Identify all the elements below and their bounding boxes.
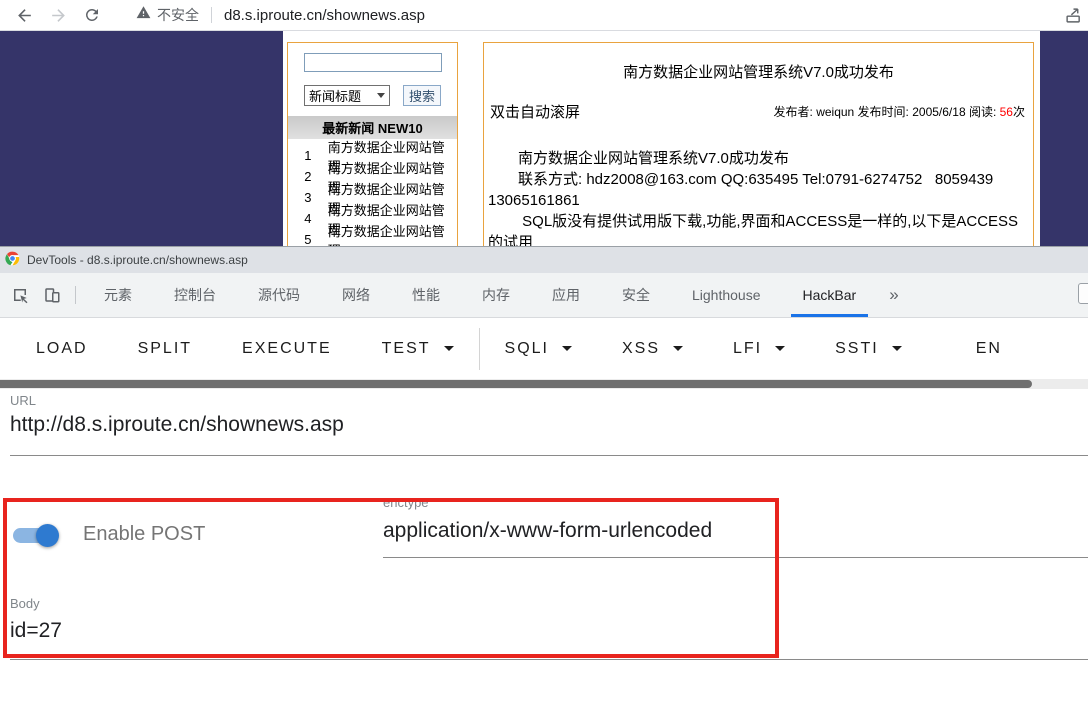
more-tabs-icon[interactable]: » bbox=[877, 285, 910, 305]
news-category-select-value: 新闻标题 bbox=[309, 86, 361, 105]
devtools-tabbar: 元素 控制台 源代码 网络 性能 内存 应用 安全 Lighthouse Hac… bbox=[0, 273, 1088, 318]
news-sidebar: 新闻标题 搜索 最新新闻 NEW10 1 南方数据企业网站管理 2 南方数据企业… bbox=[287, 42, 458, 246]
news-category-select[interactable]: 新闻标题 bbox=[304, 85, 390, 106]
menu-execute[interactable]: EXECUTE bbox=[217, 329, 357, 369]
dropdown-caret-icon bbox=[892, 346, 902, 351]
devtools-titlebar: DevTools - d8.s.iproute.cn/shownews.asp bbox=[0, 247, 1088, 273]
chrome-logo-icon bbox=[5, 251, 20, 269]
tab-performance[interactable]: 性能 bbox=[391, 273, 461, 317]
horizontal-scrollbar[interactable] bbox=[0, 379, 1088, 389]
tab-application[interactable]: 应用 bbox=[531, 273, 601, 317]
menu-split[interactable]: SPLIT bbox=[113, 329, 217, 369]
tab-lighthouse[interactable]: Lighthouse bbox=[671, 273, 782, 317]
inspect-element-icon[interactable] bbox=[4, 279, 36, 311]
page-right-background bbox=[1040, 31, 1088, 246]
news-item-number: 4 bbox=[288, 211, 328, 226]
menu-xss[interactable]: XSS bbox=[597, 329, 708, 369]
menu-lfi-label: LFI bbox=[733, 340, 762, 358]
menu-xss-label: XSS bbox=[622, 340, 660, 358]
news-search-controls: 新闻标题 搜索 bbox=[288, 85, 457, 106]
menu-lfi[interactable]: LFI bbox=[708, 329, 810, 369]
news-item-title[interactable]: 南方数据企业网站管理 bbox=[328, 221, 457, 247]
reload-icon[interactable] bbox=[80, 3, 104, 27]
tab-security[interactable]: 安全 bbox=[601, 273, 671, 317]
toggle-thumb[interactable] bbox=[36, 524, 59, 547]
news-list: 1 南方数据企业网站管理 2 南方数据企业网站管理 3 南方数据企业网站管理 4… bbox=[288, 145, 457, 246]
menu-sqli-label: SQLI bbox=[505, 340, 549, 358]
tab-memory[interactable]: 内存 bbox=[461, 273, 531, 317]
enctype-field-value[interactable]: application/x-www-form-urlencoded bbox=[383, 519, 712, 543]
chevron-down-icon bbox=[377, 93, 385, 98]
back-icon[interactable] bbox=[12, 3, 36, 27]
enctype-field-underline bbox=[383, 557, 1088, 558]
article-meta-prefix: 发布者: weiqun 发布时间: 2005/6/18 阅读: bbox=[774, 105, 1000, 119]
article-panel: 南方数据企业网站管理系统V7.0成功发布 双击自动滚屏 发布者: weiqun … bbox=[483, 42, 1034, 246]
browser-toolbar: 不安全 d8.s.iproute.cn/shownews.asp bbox=[0, 0, 1088, 31]
menu-test[interactable]: TEST bbox=[357, 329, 479, 369]
hackbar-panel: URL http://d8.s.iproute.cn/shownews.asp … bbox=[0, 389, 1088, 704]
screen: 不安全 d8.s.iproute.cn/shownews.asp 新闻标题 搜索… bbox=[0, 0, 1088, 704]
site-security-badge[interactable]: 不安全 bbox=[136, 5, 199, 25]
not-secure-label: 不安全 bbox=[157, 5, 199, 25]
news-item-number: 1 bbox=[288, 148, 328, 163]
tab-sources[interactable]: 源代码 bbox=[237, 273, 321, 317]
dropdown-caret-icon bbox=[673, 346, 683, 351]
send-to-device-icon[interactable] bbox=[1065, 7, 1082, 29]
menu-encoding[interactable]: EN bbox=[951, 329, 1027, 369]
enable-post-label: Enable POST bbox=[83, 523, 205, 546]
devtools-window-title: DevTools - d8.s.iproute.cn/shownews.asp bbox=[27, 253, 248, 267]
article-title: 南方数据企业网站管理系统V7.0成功发布 bbox=[484, 61, 1033, 82]
menu-ssti-label: SSTI bbox=[835, 340, 879, 358]
auto-scroll-hint[interactable]: 双击自动滚屏 bbox=[490, 101, 580, 122]
dropdown-caret-icon bbox=[775, 346, 785, 351]
device-toolbar-icon[interactable] bbox=[36, 279, 68, 311]
menu-load[interactable]: LOAD bbox=[11, 329, 113, 369]
article-body-line: 南方数据企业网站管理系统V7.0成功发布 bbox=[488, 148, 1031, 169]
page-left-background bbox=[0, 31, 283, 246]
url-field-value[interactable]: http://d8.s.iproute.cn/shownews.asp bbox=[10, 413, 344, 437]
enctype-field-label: enctype bbox=[383, 495, 429, 510]
url-field-underline bbox=[10, 455, 1088, 456]
tab-console[interactable]: 控制台 bbox=[153, 273, 237, 317]
tab-elements[interactable]: 元素 bbox=[83, 273, 153, 317]
article-meta-suffix: 次 bbox=[1013, 105, 1025, 119]
forward-icon[interactable] bbox=[46, 3, 70, 27]
body-field-underline bbox=[10, 659, 1088, 660]
news-item-number: 3 bbox=[288, 190, 328, 205]
news-item-number: 5 bbox=[288, 232, 328, 246]
article-body-line: 联系方式: hdz2008@163.com QQ:635495 Tel:0791… bbox=[488, 169, 1031, 190]
webpage-viewport: 新闻标题 搜索 最新新闻 NEW10 1 南方数据企业网站管理 2 南方数据企业… bbox=[0, 31, 1088, 246]
article-body-line: SQL版没有提供试用版下载,功能,界面和ACCESS是一样的,以下是ACCESS… bbox=[488, 211, 1031, 246]
tabbar-divider bbox=[75, 286, 76, 304]
news-item-number: 2 bbox=[288, 169, 328, 184]
devtools-edge-button[interactable] bbox=[1078, 283, 1088, 304]
body-field-value[interactable]: id=27 bbox=[10, 619, 62, 643]
news-list-item[interactable]: 5 南方数据企业网站管理 bbox=[288, 229, 457, 246]
news-search-input[interactable] bbox=[304, 53, 442, 72]
scrollbar-thumb[interactable] bbox=[0, 380, 1032, 388]
tab-hackbar[interactable]: HackBar bbox=[782, 273, 878, 317]
address-separator bbox=[211, 7, 212, 23]
tab-network[interactable]: 网络 bbox=[321, 273, 391, 317]
warning-triangle-icon bbox=[136, 5, 151, 25]
read-count: 56 bbox=[1000, 105, 1013, 119]
menu-test-label: TEST bbox=[382, 340, 431, 358]
menu-sqli[interactable]: SQLI bbox=[480, 329, 597, 369]
menu-ssti[interactable]: SSTI bbox=[810, 329, 927, 369]
dropdown-caret-icon bbox=[444, 346, 454, 351]
body-field-label: Body bbox=[10, 596, 40, 611]
article-body: 南方数据企业网站管理系统V7.0成功发布 联系方式: hdz2008@163.c… bbox=[488, 148, 1031, 246]
url-field-label: URL bbox=[10, 393, 36, 408]
dropdown-caret-icon bbox=[562, 346, 572, 351]
news-search-button[interactable]: 搜索 bbox=[403, 85, 441, 106]
address-url[interactable]: d8.s.iproute.cn/shownews.asp bbox=[224, 7, 425, 24]
hackbar-menu: LOAD SPLIT EXECUTE TEST SQLI XSS LFI SST… bbox=[0, 318, 1088, 379]
article-meta-row: 双击自动滚屏 发布者: weiqun 发布时间: 2005/6/18 阅读: 5… bbox=[490, 101, 1025, 122]
article-meta-info: 发布者: weiqun 发布时间: 2005/6/18 阅读: 56次 bbox=[774, 103, 1025, 120]
enable-post-toggle[interactable] bbox=[13, 528, 53, 543]
devtools-window: DevTools - d8.s.iproute.cn/shownews.asp … bbox=[0, 246, 1088, 704]
article-body-line: 13065161861 bbox=[488, 190, 1031, 211]
